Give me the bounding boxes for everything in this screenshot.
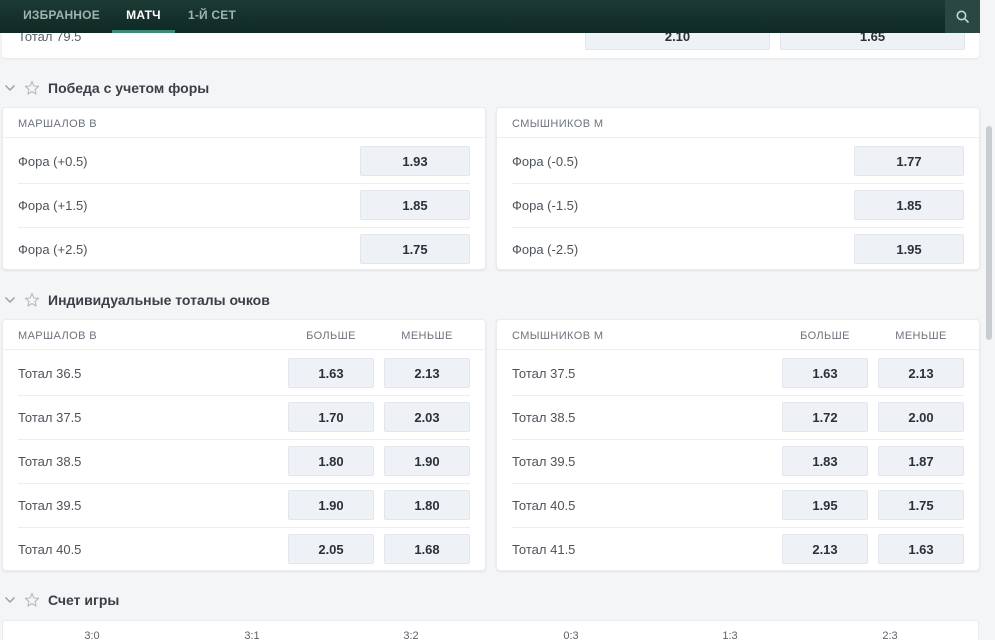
total-label: Тотал 38.5 <box>512 410 576 425</box>
total-label: Тотал 37.5 <box>512 366 576 381</box>
total-label: Тотал 40.5 <box>512 498 576 513</box>
total-label: Тотал 37.5 <box>18 410 82 425</box>
chevron-down-icon[interactable] <box>4 595 16 605</box>
handicap-card-left: МАРШАЛОВ В Фора (+0.5) 1.93 Фора (+1.5) … <box>2 107 486 270</box>
section-title: Индивидуальные тоталы очков <box>48 292 270 308</box>
handicap-label: Фора (+1.5) <box>18 198 88 213</box>
chevron-down-icon[interactable] <box>4 83 16 93</box>
table-row: Тотал 40.5 1.95 1.75 <box>497 483 979 527</box>
table-row: Тотал 40.5 2.05 1.68 <box>3 527 485 571</box>
score-option[interactable]: 3:1 <box>232 630 272 640</box>
table-row: Тотал 37.5 1.70 2.03 <box>3 395 485 439</box>
odd-over-button[interactable]: 1.63 <box>782 358 868 388</box>
star-icon[interactable] <box>24 292 40 308</box>
odd-over-button[interactable]: 2.13 <box>782 534 868 564</box>
odd-under-button[interactable]: 1.63 <box>878 534 964 564</box>
table-row: Фора (-2.5) 1.95 <box>497 227 979 271</box>
odd-over-button[interactable]: 1.80 <box>288 446 374 476</box>
star-icon[interactable] <box>24 80 40 96</box>
table-row: Тотал 41.5 2.13 1.63 <box>497 527 979 571</box>
player-name: СМЫШНИКОВ М <box>512 330 604 342</box>
odd-under-button[interactable]: 1.75 <box>878 490 964 520</box>
score-option[interactable]: 3:0 <box>72 630 112 640</box>
player-name: МАРШАЛОВ В <box>18 330 98 342</box>
odd-over-button[interactable]: 1.72 <box>782 402 868 432</box>
odd-under-button[interactable]: 1.90 <box>384 446 470 476</box>
section-header-game-score[interactable]: Счет игры <box>0 590 400 612</box>
tab-match[interactable]: МАТЧ <box>112 0 175 33</box>
section-title: Победа с учетом форы <box>48 80 210 96</box>
tab-favorites[interactable]: ИЗБРАННОЕ <box>14 0 109 33</box>
odd-under-button[interactable]: 2.00 <box>878 402 964 432</box>
table-row: Тотал 36.5 1.63 2.13 <box>3 351 485 395</box>
total-label: Тотал 40.5 <box>18 542 82 557</box>
odd-button[interactable]: 1.85 <box>854 190 964 220</box>
score-option[interactable]: 2:3 <box>870 630 910 640</box>
odd-button[interactable]: 1.85 <box>360 190 470 220</box>
score-option[interactable]: 0:3 <box>551 630 591 640</box>
handicap-label: Фора (-2.5) <box>512 242 579 257</box>
section-header-individual-totals[interactable]: Индивидуальные тоталы очков <box>0 290 400 312</box>
score-option[interactable]: 3:2 <box>391 630 431 640</box>
individual-totals-card-left: МАРШАЛОВ В БОЛЬШЕ МЕНЬШЕ Тотал 36.5 1.63… <box>2 319 486 571</box>
odd-over-button[interactable]: 1.90 <box>288 490 374 520</box>
odd-button[interactable]: 1.95 <box>854 234 964 264</box>
table-row: Тотал 39.5 1.83 1.87 <box>497 439 979 483</box>
odd-over-button[interactable]: 1.63 <box>288 358 374 388</box>
section-title: Счет игры <box>48 592 120 608</box>
star-icon[interactable] <box>24 592 40 608</box>
table-row: Тотал 38.5 1.72 2.00 <box>497 395 979 439</box>
table-row: Тотал 39.5 1.90 1.80 <box>3 483 485 527</box>
odd-button[interactable]: 1.77 <box>854 146 964 176</box>
handicap-card-right: СМЫШНИКОВ М Фора (-0.5) 1.77 Фора (-1.5)… <box>496 107 980 270</box>
handicap-label: Фора (-0.5) <box>512 154 579 169</box>
total-label: Тотал 41.5 <box>512 542 576 557</box>
over-column-header: БОЛЬШЕ <box>800 330 850 342</box>
total-label: Тотал 39.5 <box>512 454 576 469</box>
odd-over-button[interactable]: 1.83 <box>782 446 868 476</box>
odd-under-button[interactable]: 2.13 <box>384 358 470 388</box>
section-header-handicap[interactable]: Победа с учетом форы <box>0 78 400 100</box>
odd-over-button[interactable]: 1.95 <box>782 490 868 520</box>
game-score-card: 3:0 3:1 3:2 0:3 1:3 2:3 <box>2 620 979 640</box>
search-icon <box>956 10 969 23</box>
under-column-header: МЕНЬШЕ <box>895 330 947 342</box>
table-row: Фора (+1.5) 1.85 <box>3 183 485 227</box>
market-tabs-bar: ИЗБРАННОЕ МАТЧ 1-Й СЕТ <box>0 0 980 33</box>
search-button[interactable] <box>945 0 980 33</box>
handicap-label: Фора (-1.5) <box>512 198 579 213</box>
odd-button[interactable]: 1.93 <box>360 146 470 176</box>
chevron-down-icon[interactable] <box>4 295 16 305</box>
table-row: Тотал 38.5 1.80 1.90 <box>3 439 485 483</box>
player-name: МАРШАЛОВ В <box>18 118 98 130</box>
over-column-header: БОЛЬШЕ <box>306 330 356 342</box>
odd-under-button[interactable]: 1.87 <box>878 446 964 476</box>
table-row: Фора (-0.5) 1.77 <box>497 139 979 183</box>
score-option[interactable]: 1:3 <box>710 630 750 640</box>
table-row: Фора (+0.5) 1.93 <box>3 139 485 183</box>
table-row: Фора (+2.5) 1.75 <box>3 227 485 271</box>
total-label: Тотал 39.5 <box>18 498 82 513</box>
total-label: Тотал 38.5 <box>18 454 82 469</box>
odd-under-button[interactable]: 2.03 <box>384 402 470 432</box>
handicap-label: Фора (+0.5) <box>18 154 88 169</box>
table-row: Фора (-1.5) 1.85 <box>497 183 979 227</box>
odd-button[interactable]: 1.75 <box>360 234 470 264</box>
under-column-header: МЕНЬШЕ <box>401 330 453 342</box>
tab-first-set[interactable]: 1-Й СЕТ <box>178 0 246 33</box>
odd-over-button[interactable]: 1.70 <box>288 402 374 432</box>
odd-under-button[interactable]: 2.13 <box>878 358 964 388</box>
individual-totals-card-right: СМЫШНИКОВ М БОЛЬШЕ МЕНЬШЕ Тотал 37.5 1.6… <box>496 319 980 571</box>
page-scrollbar[interactable] <box>986 126 992 340</box>
odd-over-button[interactable]: 2.05 <box>288 534 374 564</box>
table-row: Тотал 37.5 1.63 2.13 <box>497 351 979 395</box>
odd-under-button[interactable]: 1.80 <box>384 490 470 520</box>
player-name: СМЫШНИКОВ М <box>512 118 604 130</box>
odd-under-button[interactable]: 1.68 <box>384 534 470 564</box>
total-label: Тотал 36.5 <box>18 366 82 381</box>
handicap-label: Фора (+2.5) <box>18 242 88 257</box>
